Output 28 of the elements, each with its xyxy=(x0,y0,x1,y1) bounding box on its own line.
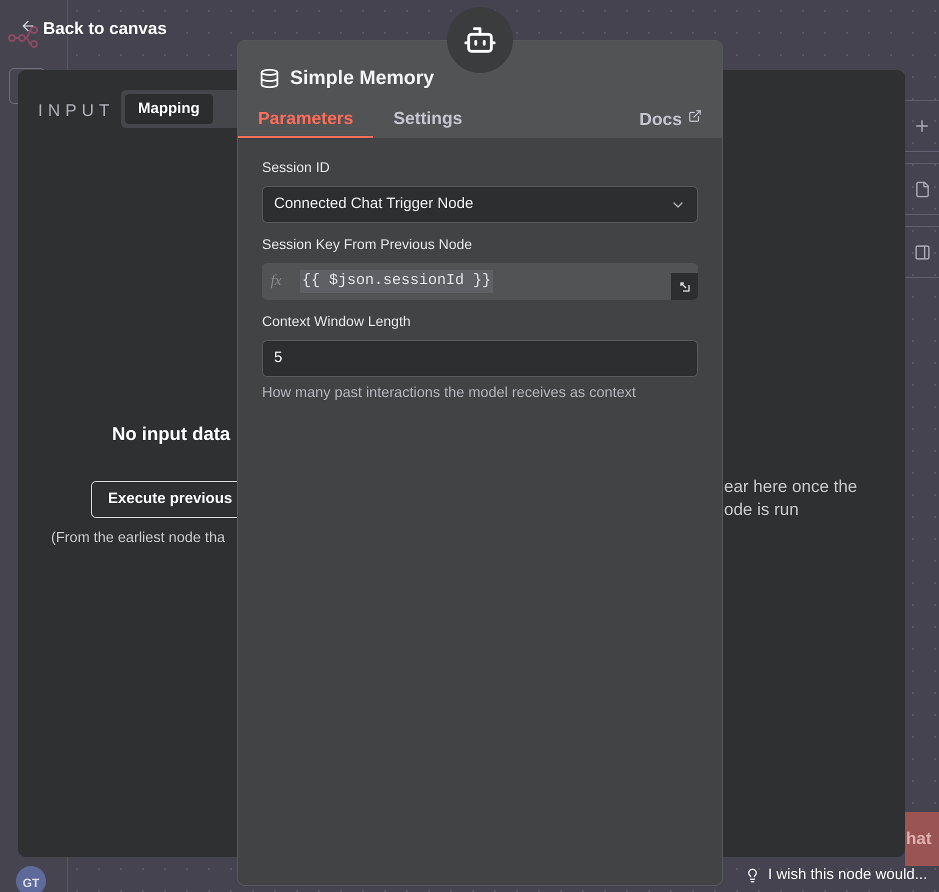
field-label: Session ID xyxy=(262,158,330,177)
empty-hint: (From the earliest node tha xyxy=(51,529,226,548)
output-hint: ode is run xyxy=(724,499,800,521)
panel-tab[interactable]: Settings xyxy=(373,100,482,138)
lightbulb-icon xyxy=(745,868,760,883)
output-hint: ear here once the xyxy=(724,476,858,498)
node-title: Simple Memory xyxy=(290,66,434,91)
empty-title: No input data xyxy=(112,422,230,446)
database-icon xyxy=(259,68,280,90)
field-label: Context Window Length xyxy=(262,312,411,331)
file-icon[interactable] xyxy=(914,180,930,198)
mode-tab[interactable]: Mapping xyxy=(125,94,213,124)
fx-icon: fx xyxy=(262,270,290,293)
plus-icon[interactable] xyxy=(913,117,931,135)
back-link[interactable]: Back to canvas xyxy=(20,16,167,42)
panel-icon[interactable] xyxy=(914,244,930,260)
external-link-icon xyxy=(688,109,702,123)
docs-link[interactable]: Docs xyxy=(639,100,702,138)
number-field[interactable]: 5 xyxy=(262,340,698,377)
field-label: Session Key From Previous Node xyxy=(262,235,472,254)
field-hint: How many past interactions the model receives as context xyxy=(262,384,636,403)
expand-icon xyxy=(678,280,690,292)
select-field[interactable]: Connected Chat Trigger Node xyxy=(262,186,698,223)
expression-value: {{ $json.sessionId }} xyxy=(300,270,494,293)
expression-field[interactable]: fx {{ $json.sessionId }} xyxy=(262,263,698,300)
panel-title: INPUT xyxy=(38,100,114,122)
feedback-text[interactable]: I wish this node would... xyxy=(768,864,928,886)
expand-button[interactable] xyxy=(671,273,698,300)
